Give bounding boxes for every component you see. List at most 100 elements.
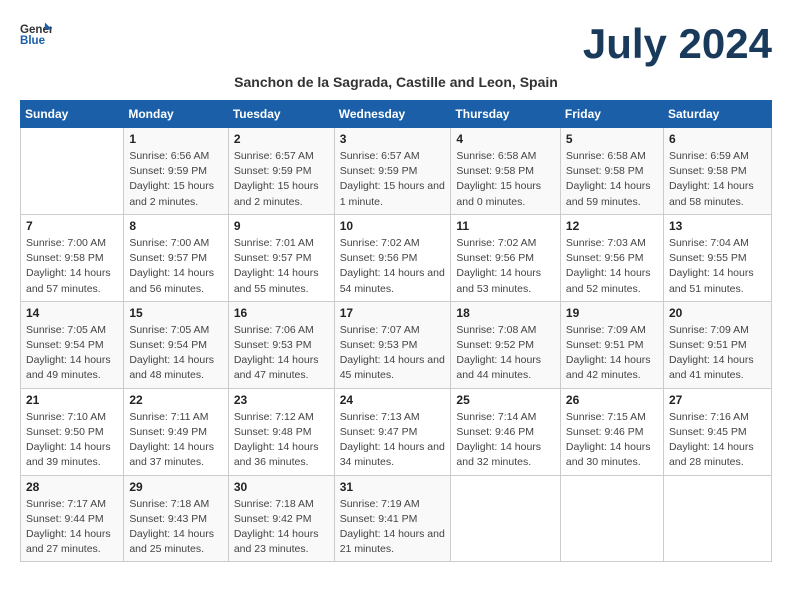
weekday-header-tuesday: Tuesday [228, 101, 334, 128]
day-info: Sunrise: 6:57 AMSunset: 9:59 PMDaylight:… [234, 149, 329, 210]
day-info: Sunrise: 7:10 AMSunset: 9:50 PMDaylight:… [26, 410, 118, 471]
calendar-cell: 3 Sunrise: 6:57 AMSunset: 9:59 PMDaylight… [334, 128, 451, 215]
day-number: 27 [669, 393, 766, 407]
calendar-cell: 9Sunrise: 7:01 AMSunset: 9:57 PMDaylight… [228, 214, 334, 301]
day-number: 11 [456, 219, 555, 233]
day-info: Sunrise: 7:02 AMSunset: 9:56 PMDaylight:… [456, 236, 555, 297]
day-number: 31 [340, 480, 446, 494]
calendar-cell: 27Sunrise: 7:16 AMSunset: 9:45 PMDayligh… [663, 388, 771, 475]
calendar-cell: 21 Sunrise: 7:10 AMSunset: 9:50 PMDayligh… [21, 388, 124, 475]
day-info: Sunrise: 7:12 AMSunset: 9:48 PMDaylight:… [234, 410, 329, 471]
calendar-cell: 5Sunrise: 6:58 AMSunset: 9:58 PMDaylight… [560, 128, 663, 215]
day-number: 2 [234, 132, 329, 146]
calendar-cell: 10 Sunrise: 7:02 AMSunset: 9:56 PMDayligh… [334, 214, 451, 301]
calendar-cell: 13Sunrise: 7:04 AMSunset: 9:55 PMDayligh… [663, 214, 771, 301]
day-number: 21 [26, 393, 118, 407]
weekday-header-row: SundayMondayTuesdayWednesdayThursdayFrid… [21, 101, 772, 128]
day-number: 17 [340, 306, 446, 320]
calendar-cell [21, 128, 124, 215]
day-info: Sunrise: 7:09 AMSunset: 9:51 PMDaylight:… [669, 323, 766, 384]
day-number: 8 [129, 219, 222, 233]
day-number: 24 [340, 393, 446, 407]
calendar-cell: 17 Sunrise: 7:07 AMSunset: 9:53 PMDayligh… [334, 301, 451, 388]
day-info: Sunrise: 7:04 AMSunset: 9:55 PMDaylight:… [669, 236, 766, 297]
calendar-cell: 22 Sunrise: 7:11 AMSunset: 9:49 PMDayligh… [124, 388, 228, 475]
day-number: 14 [26, 306, 118, 320]
calendar-cell: 25 Sunrise: 7:14 AMSunset: 9:46 PMDayligh… [451, 388, 561, 475]
calendar-cell: 2 Sunrise: 6:57 AMSunset: 9:59 PMDaylight… [228, 128, 334, 215]
calendar-week-row: 1 Sunrise: 6:56 AMSunset: 9:59 PMDaylight… [21, 128, 772, 215]
day-number: 1 [129, 132, 222, 146]
day-number: 5 [566, 132, 658, 146]
day-number: 3 [340, 132, 446, 146]
page-header: General Blue July 2024 [20, 20, 772, 68]
day-number: 29 [129, 480, 222, 494]
day-number: 4 [456, 132, 555, 146]
calendar-cell: 20Sunrise: 7:09 AMSunset: 9:51 PMDayligh… [663, 301, 771, 388]
day-info: Sunrise: 7:11 AMSunset: 9:49 PMDaylight:… [129, 410, 222, 471]
calendar-table: SundayMondayTuesdayWednesdayThursdayFrid… [20, 100, 772, 562]
svg-text:Blue: Blue [20, 35, 46, 47]
calendar-cell: 30Sunrise: 7:18 AMSunset: 9:42 PMDayligh… [228, 475, 334, 562]
logo: General Blue [20, 20, 52, 48]
calendar-cell [560, 475, 663, 562]
calendar-cell: 11 Sunrise: 7:02 AMSunset: 9:56 PMDayligh… [451, 214, 561, 301]
calendar-cell: 29Sunrise: 7:18 AMSunset: 9:43 PMDayligh… [124, 475, 228, 562]
calendar-cell: 4 Sunrise: 6:58 AMSunset: 9:58 PMDaylight… [451, 128, 561, 215]
day-number: 28 [26, 480, 118, 494]
day-info: Sunrise: 6:59 AMSunset: 9:58 PMDaylight:… [669, 149, 766, 210]
day-info: Sunrise: 7:00 AMSunset: 9:57 PMDaylight:… [129, 236, 222, 297]
calendar-cell: 14Sunrise: 7:05 AMSunset: 9:54 PMDayligh… [21, 301, 124, 388]
calendar-cell: 24 Sunrise: 7:13 AMSunset: 9:47 PMDayligh… [334, 388, 451, 475]
calendar-cell: 28 Sunrise: 7:17 AMSunset: 9:44 PMDayligh… [21, 475, 124, 562]
day-info: Sunrise: 7:02 AMSunset: 9:56 PMDaylight:… [340, 236, 446, 297]
day-info: Sunrise: 7:09 AMSunset: 9:51 PMDaylight:… [566, 323, 658, 384]
calendar-cell: 1 Sunrise: 6:56 AMSunset: 9:59 PMDaylight… [124, 128, 228, 215]
day-number: 12 [566, 219, 658, 233]
day-info: Sunrise: 6:58 AMSunset: 9:58 PMDaylight:… [456, 149, 555, 210]
calendar-subtitle: Sanchon de la Sagrada, Castille and Leon… [20, 74, 772, 90]
calendar-week-row: 28 Sunrise: 7:17 AMSunset: 9:44 PMDayligh… [21, 475, 772, 562]
day-number: 16 [234, 306, 329, 320]
day-info: Sunrise: 7:01 AMSunset: 9:57 PMDaylight:… [234, 236, 329, 297]
day-info: Sunrise: 7:13 AMSunset: 9:47 PMDaylight:… [340, 410, 446, 471]
day-info: Sunrise: 7:07 AMSunset: 9:53 PMDaylight:… [340, 323, 446, 384]
day-info: Sunrise: 7:19 AMSunset: 9:41 PMDaylight:… [340, 497, 446, 558]
weekday-header-wednesday: Wednesday [334, 101, 451, 128]
calendar-week-row: 21 Sunrise: 7:10 AMSunset: 9:50 PMDayligh… [21, 388, 772, 475]
day-number: 30 [234, 480, 329, 494]
calendar-cell [451, 475, 561, 562]
day-info: Sunrise: 6:56 AMSunset: 9:59 PMDaylight:… [129, 149, 222, 210]
calendar-cell: 26 Sunrise: 7:15 AMSunset: 9:46 PMDayligh… [560, 388, 663, 475]
calendar-cell: 12Sunrise: 7:03 AMSunset: 9:56 PMDayligh… [560, 214, 663, 301]
day-number: 6 [669, 132, 766, 146]
calendar-cell: 16 Sunrise: 7:06 AMSunset: 9:53 PMDayligh… [228, 301, 334, 388]
month-title: July 2024 [583, 20, 772, 68]
day-number: 15 [129, 306, 222, 320]
day-info: Sunrise: 6:57 AMSunset: 9:59 PMDaylight:… [340, 149, 446, 210]
day-info: Sunrise: 7:17 AMSunset: 9:44 PMDaylight:… [26, 497, 118, 558]
weekday-header-sunday: Sunday [21, 101, 124, 128]
day-info: Sunrise: 7:06 AMSunset: 9:53 PMDaylight:… [234, 323, 329, 384]
day-info: Sunrise: 7:05 AMSunset: 9:54 PMDaylight:… [129, 323, 222, 384]
day-number: 26 [566, 393, 658, 407]
weekday-header-monday: Monday [124, 101, 228, 128]
calendar-cell [663, 475, 771, 562]
calendar-week-row: 7 Sunrise: 7:00 AMSunset: 9:58 PMDaylight… [21, 214, 772, 301]
day-number: 10 [340, 219, 446, 233]
day-info: Sunrise: 7:14 AMSunset: 9:46 PMDaylight:… [456, 410, 555, 471]
day-number: 22 [129, 393, 222, 407]
day-info: Sunrise: 7:15 AMSunset: 9:46 PMDaylight:… [566, 410, 658, 471]
weekday-header-saturday: Saturday [663, 101, 771, 128]
day-number: 23 [234, 393, 329, 407]
day-info: Sunrise: 7:00 AMSunset: 9:58 PMDaylight:… [26, 236, 118, 297]
calendar-cell: 6 Sunrise: 6:59 AMSunset: 9:58 PMDaylight… [663, 128, 771, 215]
day-number: 18 [456, 306, 555, 320]
weekday-header-thursday: Thursday [451, 101, 561, 128]
weekday-header-friday: Friday [560, 101, 663, 128]
calendar-cell: 8 Sunrise: 7:00 AMSunset: 9:57 PMDaylight… [124, 214, 228, 301]
day-number: 25 [456, 393, 555, 407]
calendar-cell: 18Sunrise: 7:08 AMSunset: 9:52 PMDayligh… [451, 301, 561, 388]
calendar-cell: 7 Sunrise: 7:00 AMSunset: 9:58 PMDaylight… [21, 214, 124, 301]
day-number: 7 [26, 219, 118, 233]
